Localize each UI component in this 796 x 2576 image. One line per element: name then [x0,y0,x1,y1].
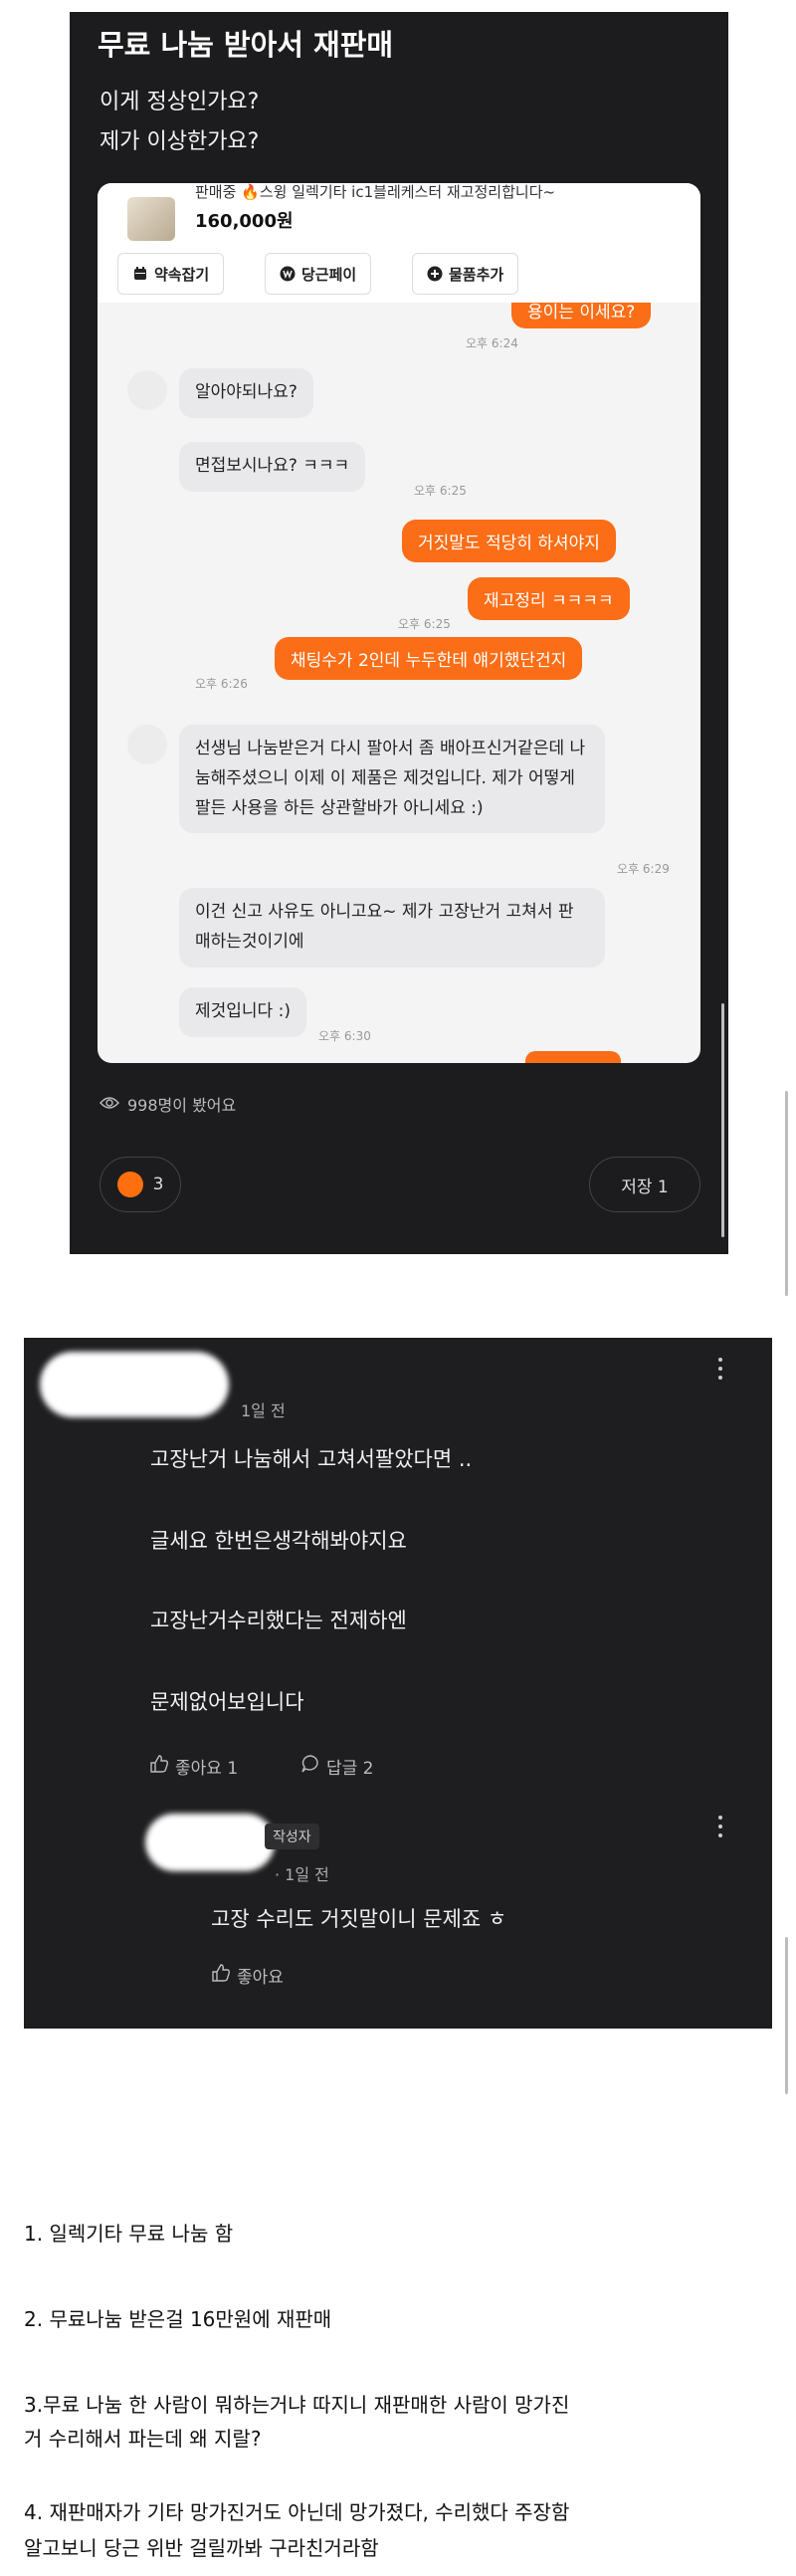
reply-time: · 1일 전 [275,1865,329,1884]
message-time: 오후 6:25 [398,617,451,631]
chat-bubble-received: 알아야되나요? [179,368,313,418]
chat-bubble-received: 제것입니다 :) [179,987,306,1037]
like-count: 3 [152,1175,164,1194]
avatar [127,725,167,764]
redacted-profile [145,1814,275,1871]
eye-icon [100,1095,119,1114]
appointment-label: 약속잡기 [154,265,210,284]
message-time: 오후 6:30 [318,1029,371,1043]
view-count-label: 998명이 봤어요 [127,1096,237,1115]
chat-bubble-sent-cutoff [525,1051,621,1063]
product-name: 판매중 🔥스윙 일렉기타 ic1블레케스터 재고정리합니다~ [195,183,556,201]
avatar [127,370,167,410]
more-options-icon[interactable] [718,1816,724,1837]
comment-time: 1일 전 [241,1401,286,1420]
add-item-button[interactable]: 물품추가 [412,253,519,295]
product-header: 판매중 🔥스윙 일렉기타 ic1블레케스터 재고정리합니다~ 160,000원 … [98,183,700,303]
comment-text: 고장난거수리했다는 전제하엔 [150,1609,407,1632]
message-time: 오후 6:29 [617,862,670,876]
reply-text: 고장 수리도 거짓말이니 문제죠 ㅎ [211,1907,507,1931]
chat-bubble-received: 면접보시나요? ㅋㅋㅋ [179,442,366,492]
post-body-line: 이게 정상인가요? [100,90,260,114]
plus-circle-icon [427,266,443,282]
product-thumbnail [127,197,175,241]
reply-count-label: 답글 2 [326,1759,374,1779]
reply-like-label: 좋아요 [237,1968,284,1988]
scrollbar[interactable] [785,1091,788,1296]
view-count: 998명이 봤어요 [100,1092,236,1116]
message-time: 오후 6:25 [414,484,467,498]
summary-line: 알고보니 당근 위반 걸릴까봐 구라친거라함 [24,2536,379,2560]
won-icon [280,266,296,282]
speech-bubble-icon [300,1754,320,1779]
chat-bubble-sent: 용이는 이세요? [511,303,652,328]
thumbs-up-icon [211,1963,231,1988]
reply-button[interactable]: 답글 2 [300,1754,374,1779]
add-item-label: 물품추가 [449,265,504,284]
summary-line: 4. 재판매자가 기타 망가진거도 아닌데 망가졌다, 수리했다 주장함 [24,2500,570,2524]
post-card: 무료 나눔 받아서 재판매 이게 정상인가요? 제가 이상한가요? 판매중 🔥스… [70,12,728,1254]
reply-like-button[interactable]: 좋아요 [211,1963,284,1988]
thumbs-up-icon [149,1754,169,1779]
comment-like-button[interactable]: 좋아요 1 [149,1754,238,1779]
product-price: 160,000원 [195,211,294,232]
message-time: 오후 6:26 [195,677,248,691]
summary-line: 3.무료 나눔 한 사람이 뭐하는거냐 따지니 재판매한 사람이 망가진 [24,2393,570,2417]
message-time: 오후 6:24 [466,336,518,350]
comment-section: 1일 전 고장난거 나눔해서 고쳐서팔았다면 .. 글세요 한번은생각해봐야지요… [24,1338,772,2029]
like-button[interactable]: 3 [100,1157,181,1212]
chat-bubble-sent: 채팅수가 2인데 누두한테 얘기했단건지 [275,637,583,680]
pay-button[interactable]: 당근페이 [265,253,372,295]
comment-text: 문제없어보입니다 [150,1690,304,1714]
summary-line: 2. 무료나눔 받은걸 16만원에 재판매 [24,2307,332,2331]
pay-label: 당근페이 [301,265,357,284]
appointment-button[interactable]: 약속잡기 [117,253,225,295]
thumbs-up-icon [116,1172,143,1197]
summary-line: 거 수리해서 파는데 왜 지랄? [24,2427,262,2451]
redacted-profile [40,1352,229,1417]
save-button[interactable]: 저장 1 [589,1157,700,1212]
chat-bubble-received: 선생님 나눔받은거 다시 팔아서 좀 배아프신거같은데 나눔해주셨으니 이제 이… [179,725,605,834]
comment-text: 글세요 한번은생각해봐야지요 [150,1529,407,1553]
scrollbar[interactable] [785,1937,788,2094]
summary-line: 1. 일렉기타 무료 나눔 함 [24,2222,234,2246]
chat-bubble-sent: 재고정리 ㅋㅋㅋㅋ [468,577,630,620]
comment-text: 고장난거 나눔해서 고쳐서팔았다면 .. [150,1447,473,1471]
chat-bubble-sent: 거짓말도 적당히 하셔야지 [402,520,616,562]
comment-like-label: 좋아요 1 [175,1759,239,1779]
calendar-icon [132,266,148,282]
chat-bubble-received: 이건 신고 사유도 아니고요~ 제가 고장난거 고쳐서 판매하는것이기에 [179,888,605,967]
chat-screenshot: 판매중 🔥스윙 일렉기타 ic1블레케스터 재고정리합니다~ 160,000원 … [98,183,700,1063]
post-title: 무료 나눔 받아서 재판매 [98,28,394,62]
author-badge: 작성자 [265,1824,319,1849]
post-body-line: 제가 이상한가요? [100,129,260,154]
more-options-icon[interactable] [718,1358,724,1380]
scrollbar[interactable] [721,1003,724,1237]
